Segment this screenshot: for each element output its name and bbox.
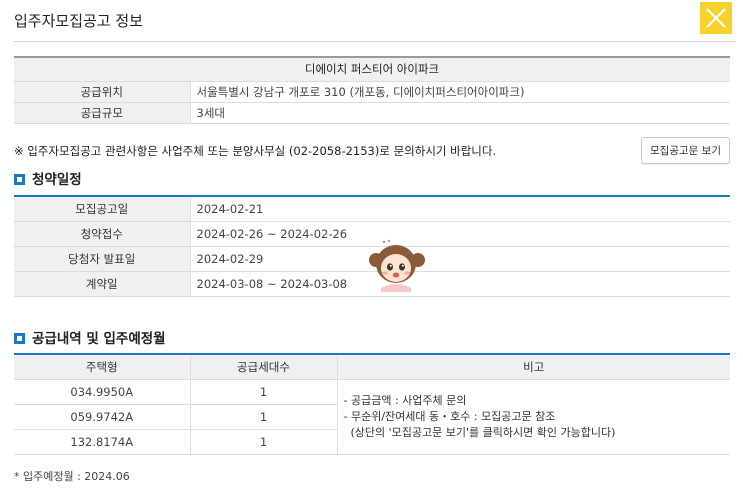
table-row: 공급규모 3세대 — [14, 102, 730, 124]
table-row: 공급위치 서울특별시 강남구 개포로 310 (개포동, 디에이치퍼스티어아이파… — [14, 81, 730, 103]
mascot-character-icon — [369, 239, 425, 292]
unit-count: 1 — [190, 404, 338, 430]
contact-notice: ※ 입주자모집공고 관련사항은 사업주체 또는 분양사무실 (02-2058-2… — [14, 144, 497, 158]
schedule-section-title: 청약일정 — [14, 168, 82, 188]
remark-line: - 공급금액 : 사업주체 문의 — [343, 393, 467, 407]
scale-value: 3세대 — [190, 102, 730, 124]
location-value: 서울특별시 강남구 개포로 310 (개포동, 디에이치퍼스티어아이파크) — [190, 81, 730, 103]
supply-section-title: 공급내역 및 입주예정월 — [14, 327, 166, 347]
header-house-type: 주택형 — [14, 354, 191, 380]
remarks-cell: - 공급금액 : 사업주체 문의 - 무순위/잔여세대 동・호수 : 모집공고문… — [337, 379, 730, 455]
schedule-value: 2024-02-21 — [190, 196, 730, 222]
schedule-value: 2024-02-26 ~ 2024-02-26 — [190, 221, 730, 247]
page-title: 입주자모집공고 정보 — [14, 12, 143, 30]
view-notice-doc-button[interactable]: 모집공고문 보기 — [641, 137, 730, 164]
supply-table: 주택형 공급세대수 비고 034.9950A 1 - 공급금액 : 사업주체 문… — [14, 353, 730, 455]
square-bullet-icon — [14, 333, 25, 344]
scale-label: 공급규모 — [14, 102, 191, 124]
complex-name: 디에이치 퍼스티어 아이파크 — [14, 57, 730, 82]
schedule-label: 모집공고일 — [14, 196, 191, 222]
house-type: 132.8174A — [14, 429, 191, 455]
unit-count: 1 — [190, 379, 338, 405]
supply-title-text: 공급내역 및 입주예정월 — [32, 331, 166, 347]
table-row: 디에이치 퍼스티어 아이파크 — [14, 57, 730, 82]
schedule-label: 청약접수 — [14, 221, 191, 247]
header-units: 공급세대수 — [190, 354, 338, 380]
square-bullet-icon — [14, 174, 25, 185]
header-remarks: 비고 — [337, 354, 730, 380]
remark-line: (상단의 '모집공고문 보기'를 클릭하시면 확인 가능합니다) — [343, 425, 616, 439]
schedule-value: 2024-02-29 — [190, 246, 730, 272]
house-type: 034.9950A — [14, 379, 191, 405]
schedule-label: 당첨자 발표일 — [14, 246, 191, 272]
location-label: 공급위치 — [14, 81, 191, 103]
complex-info-table: 디에이치 퍼스티어 아이파크 공급위치 서울특별시 강남구 개포로 310 (개… — [14, 56, 730, 124]
unit-count: 1 — [190, 429, 338, 455]
schedule-label: 계약일 — [14, 271, 191, 297]
close-button[interactable] — [700, 2, 732, 34]
schedule-value: 2024-03-08 ~ 2024-03-08 — [190, 271, 730, 297]
move-in-footnote: * 입주예정월 : 2024.06 — [14, 470, 130, 483]
close-icon — [706, 8, 726, 28]
table-row: 모집공고일 2024-02-21 — [14, 196, 730, 222]
table-row: 034.9950A 1 - 공급금액 : 사업주체 문의 - 무순위/잔여세대 … — [14, 379, 730, 455]
remark-line: - 무순위/잔여세대 동・호수 : 모집공고문 참조 — [343, 409, 556, 423]
schedule-title-text: 청약일정 — [32, 172, 82, 188]
table-header-row: 주택형 공급세대수 비고 — [14, 354, 730, 380]
modal-header: 입주자모집공고 정보 — [14, 0, 736, 42]
house-type: 059.9742A — [14, 404, 191, 430]
